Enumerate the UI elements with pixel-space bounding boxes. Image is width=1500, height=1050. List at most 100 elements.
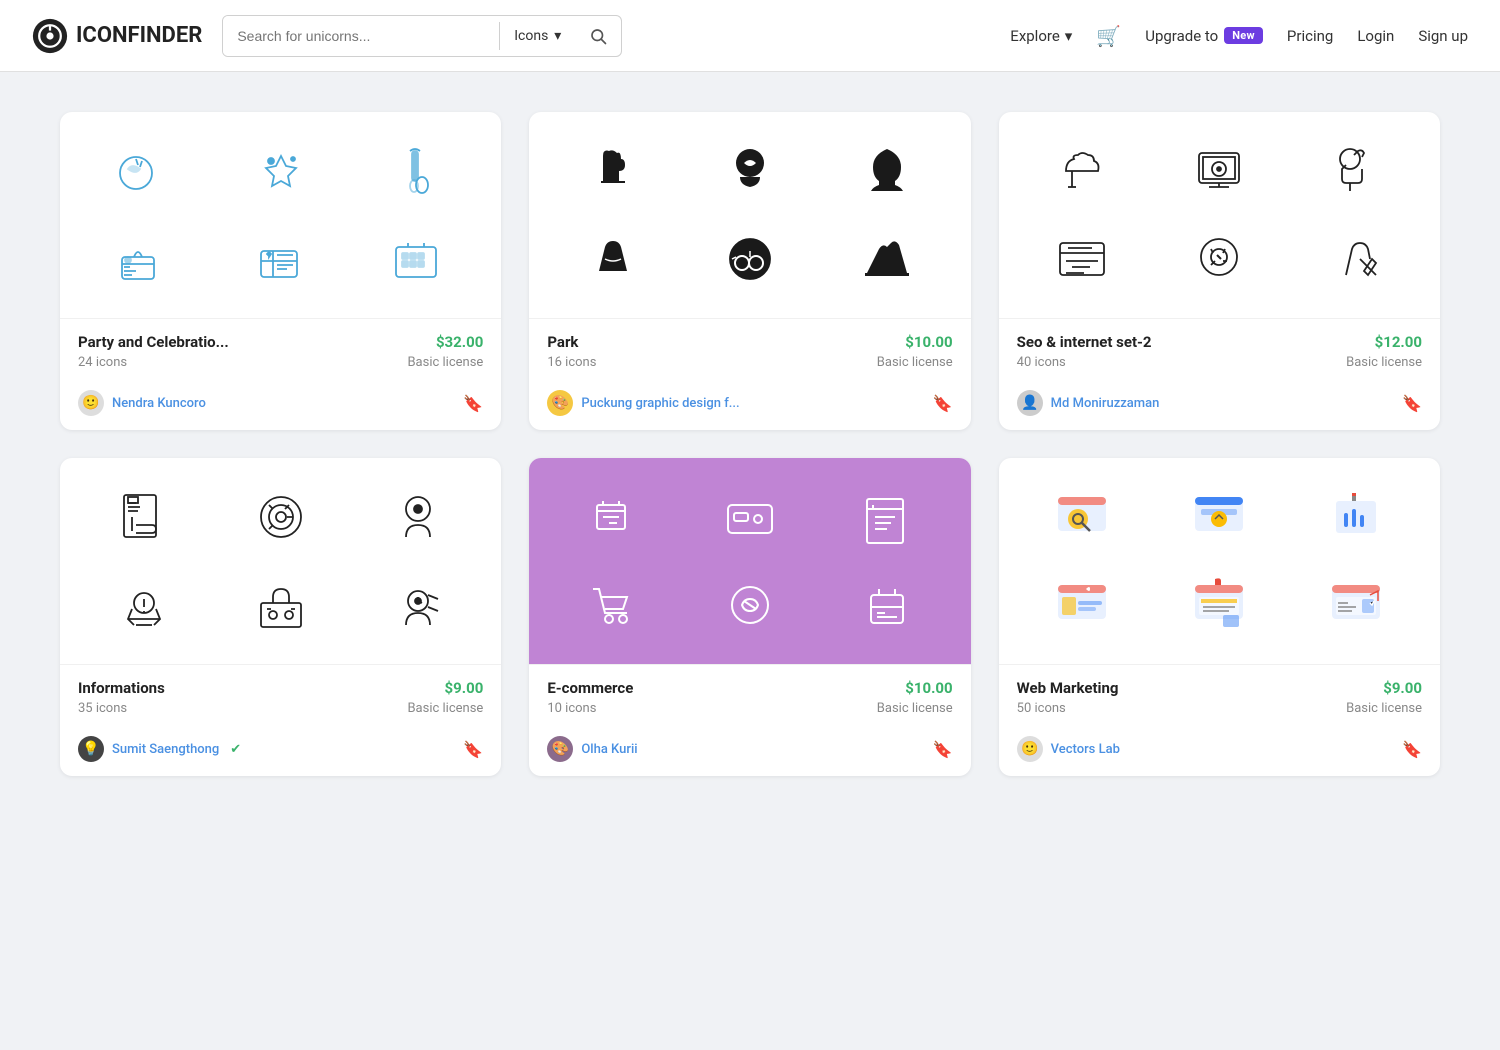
ecommerce-icon-3 bbox=[852, 482, 922, 552]
info-icon-3 bbox=[383, 482, 453, 552]
icons-dropdown[interactable]: Icons ▾ bbox=[500, 16, 575, 56]
bookmark-icon-wm[interactable]: 🔖 bbox=[1402, 740, 1422, 759]
ecommerce-icon-2 bbox=[715, 482, 785, 552]
card-seo-info: Seo & internet set-2 $12.00 40 icons Bas… bbox=[999, 318, 1440, 380]
card-info-license: Basic license bbox=[407, 701, 483, 716]
chevron-down-icon: ▾ bbox=[554, 28, 561, 44]
explore-label: Explore bbox=[1010, 27, 1060, 45]
card-info-price: $9.00 bbox=[445, 679, 484, 697]
explore-link[interactable]: Explore ▾ bbox=[1010, 27, 1072, 45]
park-icon-4 bbox=[578, 224, 648, 294]
info-icon-2 bbox=[246, 482, 316, 552]
card-park-author-name[interactable]: Puckung graphic design f... bbox=[581, 396, 739, 411]
upgrade-link[interactable]: Upgrade to New bbox=[1145, 27, 1263, 45]
card-park-license: Basic license bbox=[877, 355, 953, 370]
card-info: Informations $9.00 35 icons Basic licens… bbox=[60, 458, 501, 776]
card-ecommerce-license: Basic license bbox=[877, 701, 953, 716]
card-party-author-info: 🙂 Nendra Kuncoro bbox=[78, 390, 206, 416]
card-party-info: Party and Celebratio... $32.00 24 icons … bbox=[60, 318, 501, 380]
upgrade-label: Upgrade to bbox=[1145, 27, 1218, 45]
card-party-license: Basic license bbox=[407, 355, 483, 370]
seo-icon-6 bbox=[1321, 224, 1391, 294]
card-info-author-info: 💡 Sumit Saengthong ✔ bbox=[78, 736, 241, 762]
login-link[interactable]: Login bbox=[1357, 27, 1394, 45]
card-seo-author-info: 👤 Md Moniruzzaman bbox=[1017, 390, 1160, 416]
card-seo-author-name[interactable]: Md Moniruzzaman bbox=[1051, 396, 1160, 411]
wm-icon-6 bbox=[1321, 570, 1391, 640]
card-ecommerce-author-row: 🎨 Olha Kurii 🔖 bbox=[529, 726, 970, 776]
card-webmarketing-preview bbox=[999, 458, 1440, 664]
wm-icon-4 bbox=[1047, 570, 1117, 640]
card-ecommerce: E-commerce $10.00 10 icons Basic license… bbox=[529, 458, 970, 776]
card-seo-price: $12.00 bbox=[1375, 333, 1422, 351]
card-wm-author-row: 🙂 Vectors Lab 🔖 bbox=[999, 726, 1440, 776]
card-info-author-name[interactable]: Sumit Saengthong bbox=[112, 742, 219, 757]
seo-icon-5 bbox=[1184, 224, 1254, 294]
signup-link[interactable]: Sign up bbox=[1418, 27, 1468, 45]
logo[interactable]: ICONFINDER bbox=[32, 18, 202, 54]
park-icon-1 bbox=[578, 136, 648, 206]
bookmark-icon-seo[interactable]: 🔖 bbox=[1402, 394, 1422, 413]
search-icon bbox=[589, 27, 607, 45]
card-info-count: 35 icons bbox=[78, 701, 127, 716]
wm-icon-2 bbox=[1184, 482, 1254, 552]
seo-icon-1 bbox=[1047, 136, 1117, 206]
card-wm-price: $9.00 bbox=[1383, 679, 1422, 697]
icons-label: Icons bbox=[514, 28, 548, 44]
card-ecommerce-author-info: 🎨 Olha Kurii bbox=[547, 736, 637, 762]
bookmark-icon-ecommerce[interactable]: 🔖 bbox=[933, 740, 953, 759]
card-ecommerce-preview bbox=[529, 458, 970, 664]
party-icon-1 bbox=[109, 136, 179, 206]
search-button[interactable] bbox=[575, 16, 621, 56]
card-party-author-name[interactable]: Nendra Kuncoro bbox=[112, 396, 206, 411]
bookmark-icon-info[interactable]: 🔖 bbox=[463, 740, 483, 759]
seo-icon-3 bbox=[1321, 136, 1391, 206]
info-icon-4 bbox=[109, 570, 179, 640]
party-icon-2 bbox=[246, 136, 316, 206]
logo-text: ICONFINDER bbox=[76, 23, 202, 48]
card-party-preview bbox=[60, 112, 501, 318]
card-wm-info: Web Marketing $9.00 50 icons Basic licen… bbox=[999, 664, 1440, 726]
ecommerce-icon-5 bbox=[715, 570, 785, 640]
header: ICONFINDER Icons ▾ Explore ▾ 🛒 Upgrade t… bbox=[0, 0, 1500, 72]
ecommerce-icon-1 bbox=[578, 482, 648, 552]
seo-icon-4 bbox=[1047, 224, 1117, 294]
party-icon-3 bbox=[383, 136, 453, 206]
card-ecommerce-author-name[interactable]: Olha Kurii bbox=[581, 742, 637, 757]
card-party: Party and Celebratio... $32.00 24 icons … bbox=[60, 112, 501, 430]
card-wm-count: 50 icons bbox=[1017, 701, 1066, 716]
card-info-avatar: 💡 bbox=[78, 736, 104, 762]
card-party-avatar: 🙂 bbox=[78, 390, 104, 416]
info-icon-6 bbox=[383, 570, 453, 640]
party-icon-4 bbox=[109, 224, 179, 294]
search-input[interactable] bbox=[223, 16, 499, 56]
icon-sets-grid: Party and Celebratio... $32.00 24 icons … bbox=[60, 112, 1440, 776]
bookmark-icon[interactable]: 🔖 bbox=[463, 394, 483, 413]
new-badge: New bbox=[1224, 27, 1263, 44]
card-info-preview bbox=[60, 458, 501, 664]
card-park-count: 16 icons bbox=[547, 355, 596, 370]
card-wm-license: Basic license bbox=[1346, 701, 1422, 716]
wm-icon-3 bbox=[1321, 482, 1391, 552]
logo-icon bbox=[32, 18, 68, 54]
bookmark-icon-park[interactable]: 🔖 bbox=[933, 394, 953, 413]
card-info-details: Informations $9.00 35 icons Basic licens… bbox=[60, 664, 501, 726]
cart-icon[interactable]: 🛒 bbox=[1096, 24, 1121, 48]
card-wm-author-info: 🙂 Vectors Lab bbox=[1017, 736, 1120, 762]
pricing-link[interactable]: Pricing bbox=[1287, 27, 1333, 45]
card-webmarketing: Web Marketing $9.00 50 icons Basic licen… bbox=[999, 458, 1440, 776]
party-icon-5 bbox=[246, 224, 316, 294]
info-icon-1 bbox=[109, 482, 179, 552]
wm-icon-5 bbox=[1184, 570, 1254, 640]
card-park: Park $10.00 16 icons Basic license 🎨 Puc… bbox=[529, 112, 970, 430]
card-seo-title: Seo & internet set-2 bbox=[1017, 333, 1152, 351]
card-park-preview bbox=[529, 112, 970, 318]
card-seo-avatar: 👤 bbox=[1017, 390, 1043, 416]
card-wm-author-name[interactable]: Vectors Lab bbox=[1051, 742, 1120, 757]
card-park-info: Park $10.00 16 icons Basic license bbox=[529, 318, 970, 380]
card-seo-license: Basic license bbox=[1346, 355, 1422, 370]
park-icon-6 bbox=[852, 224, 922, 294]
search-bar: Icons ▾ bbox=[222, 15, 622, 57]
wm-icon-1 bbox=[1047, 482, 1117, 552]
card-park-author-info: 🎨 Puckung graphic design f... bbox=[547, 390, 739, 416]
